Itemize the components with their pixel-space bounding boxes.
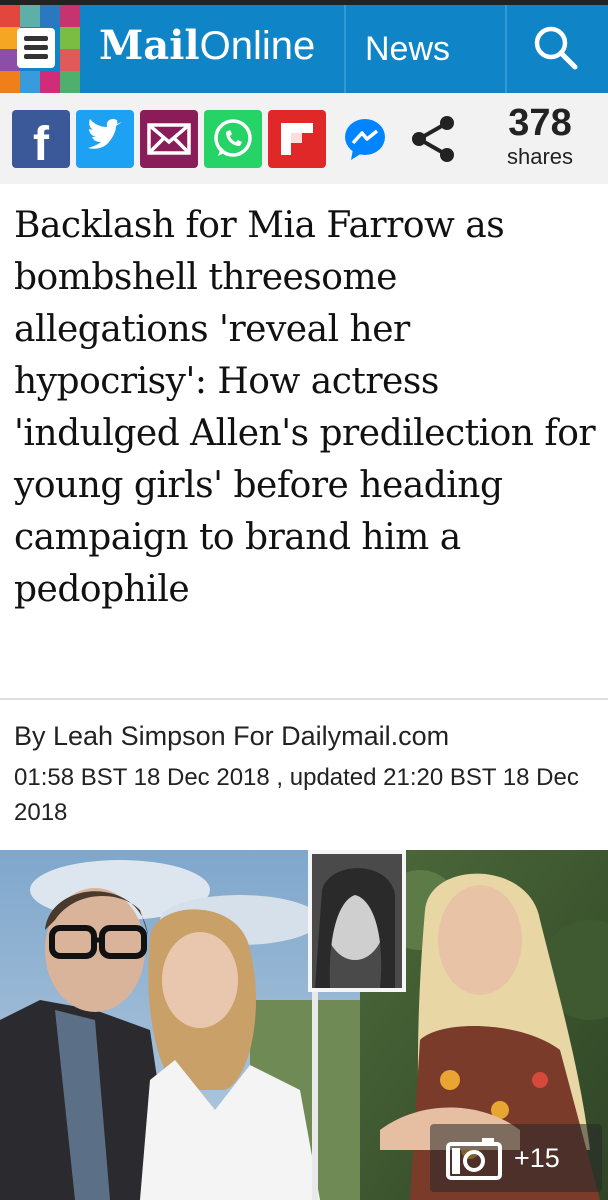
email-share-button[interactable]	[140, 110, 198, 168]
whatsapp-icon	[214, 119, 252, 157]
menu-tile-coral	[60, 49, 80, 71]
article-dateline: 01:58 BST 18 Dec 2018 , updated 21:20 BS…	[14, 764, 579, 826]
search-icon[interactable]	[530, 22, 580, 72]
share-count-label: shares	[506, 144, 574, 169]
camera-icon	[446, 1138, 502, 1180]
menu-tile-sky	[20, 71, 40, 93]
divider	[0, 698, 608, 700]
menu-tile-red	[0, 5, 20, 27]
header-divider	[505, 5, 507, 93]
facebook-icon: f	[33, 118, 50, 168]
flipboard-icon	[281, 123, 313, 155]
email-icon	[147, 123, 191, 155]
twitter-icon	[88, 119, 122, 149]
menu-tile-amber	[0, 71, 20, 93]
section-link-news[interactable]: News	[365, 29, 450, 69]
site-logo[interactable]: MailOnline	[99, 22, 316, 69]
messenger-share-button[interactable]	[336, 110, 394, 168]
logo-mail: Mail	[99, 22, 200, 69]
menu-button[interactable]	[0, 5, 82, 93]
share-count: 378	[508, 102, 572, 144]
menu-tile-lime	[60, 71, 80, 93]
gallery-count: +15	[514, 1143, 560, 1173]
messenger-icon	[345, 119, 385, 160]
menu-tile-pink	[60, 5, 80, 27]
article-headline: Backlash for Mia Farrow as bombshell thr…	[14, 205, 596, 610]
flipboard-share-button[interactable]	[268, 110, 326, 168]
header-divider	[344, 5, 346, 93]
whatsapp-share-button[interactable]	[204, 110, 262, 168]
logo-online: Online	[199, 24, 316, 68]
menu-tile-teal	[20, 5, 40, 27]
facebook-share-button[interactable]: f	[12, 110, 70, 168]
article-byline[interactable]: By Leah Simpson For Dailymail.com	[14, 718, 449, 754]
menu-icon	[17, 28, 55, 68]
twitter-share-button[interactable]	[76, 110, 134, 168]
menu-tile-green	[60, 27, 80, 49]
menu-tile-magenta	[40, 71, 60, 93]
svg-text:f: f	[33, 118, 50, 168]
share-icon[interactable]	[403, 110, 463, 168]
menu-tile-blue	[40, 5, 60, 27]
